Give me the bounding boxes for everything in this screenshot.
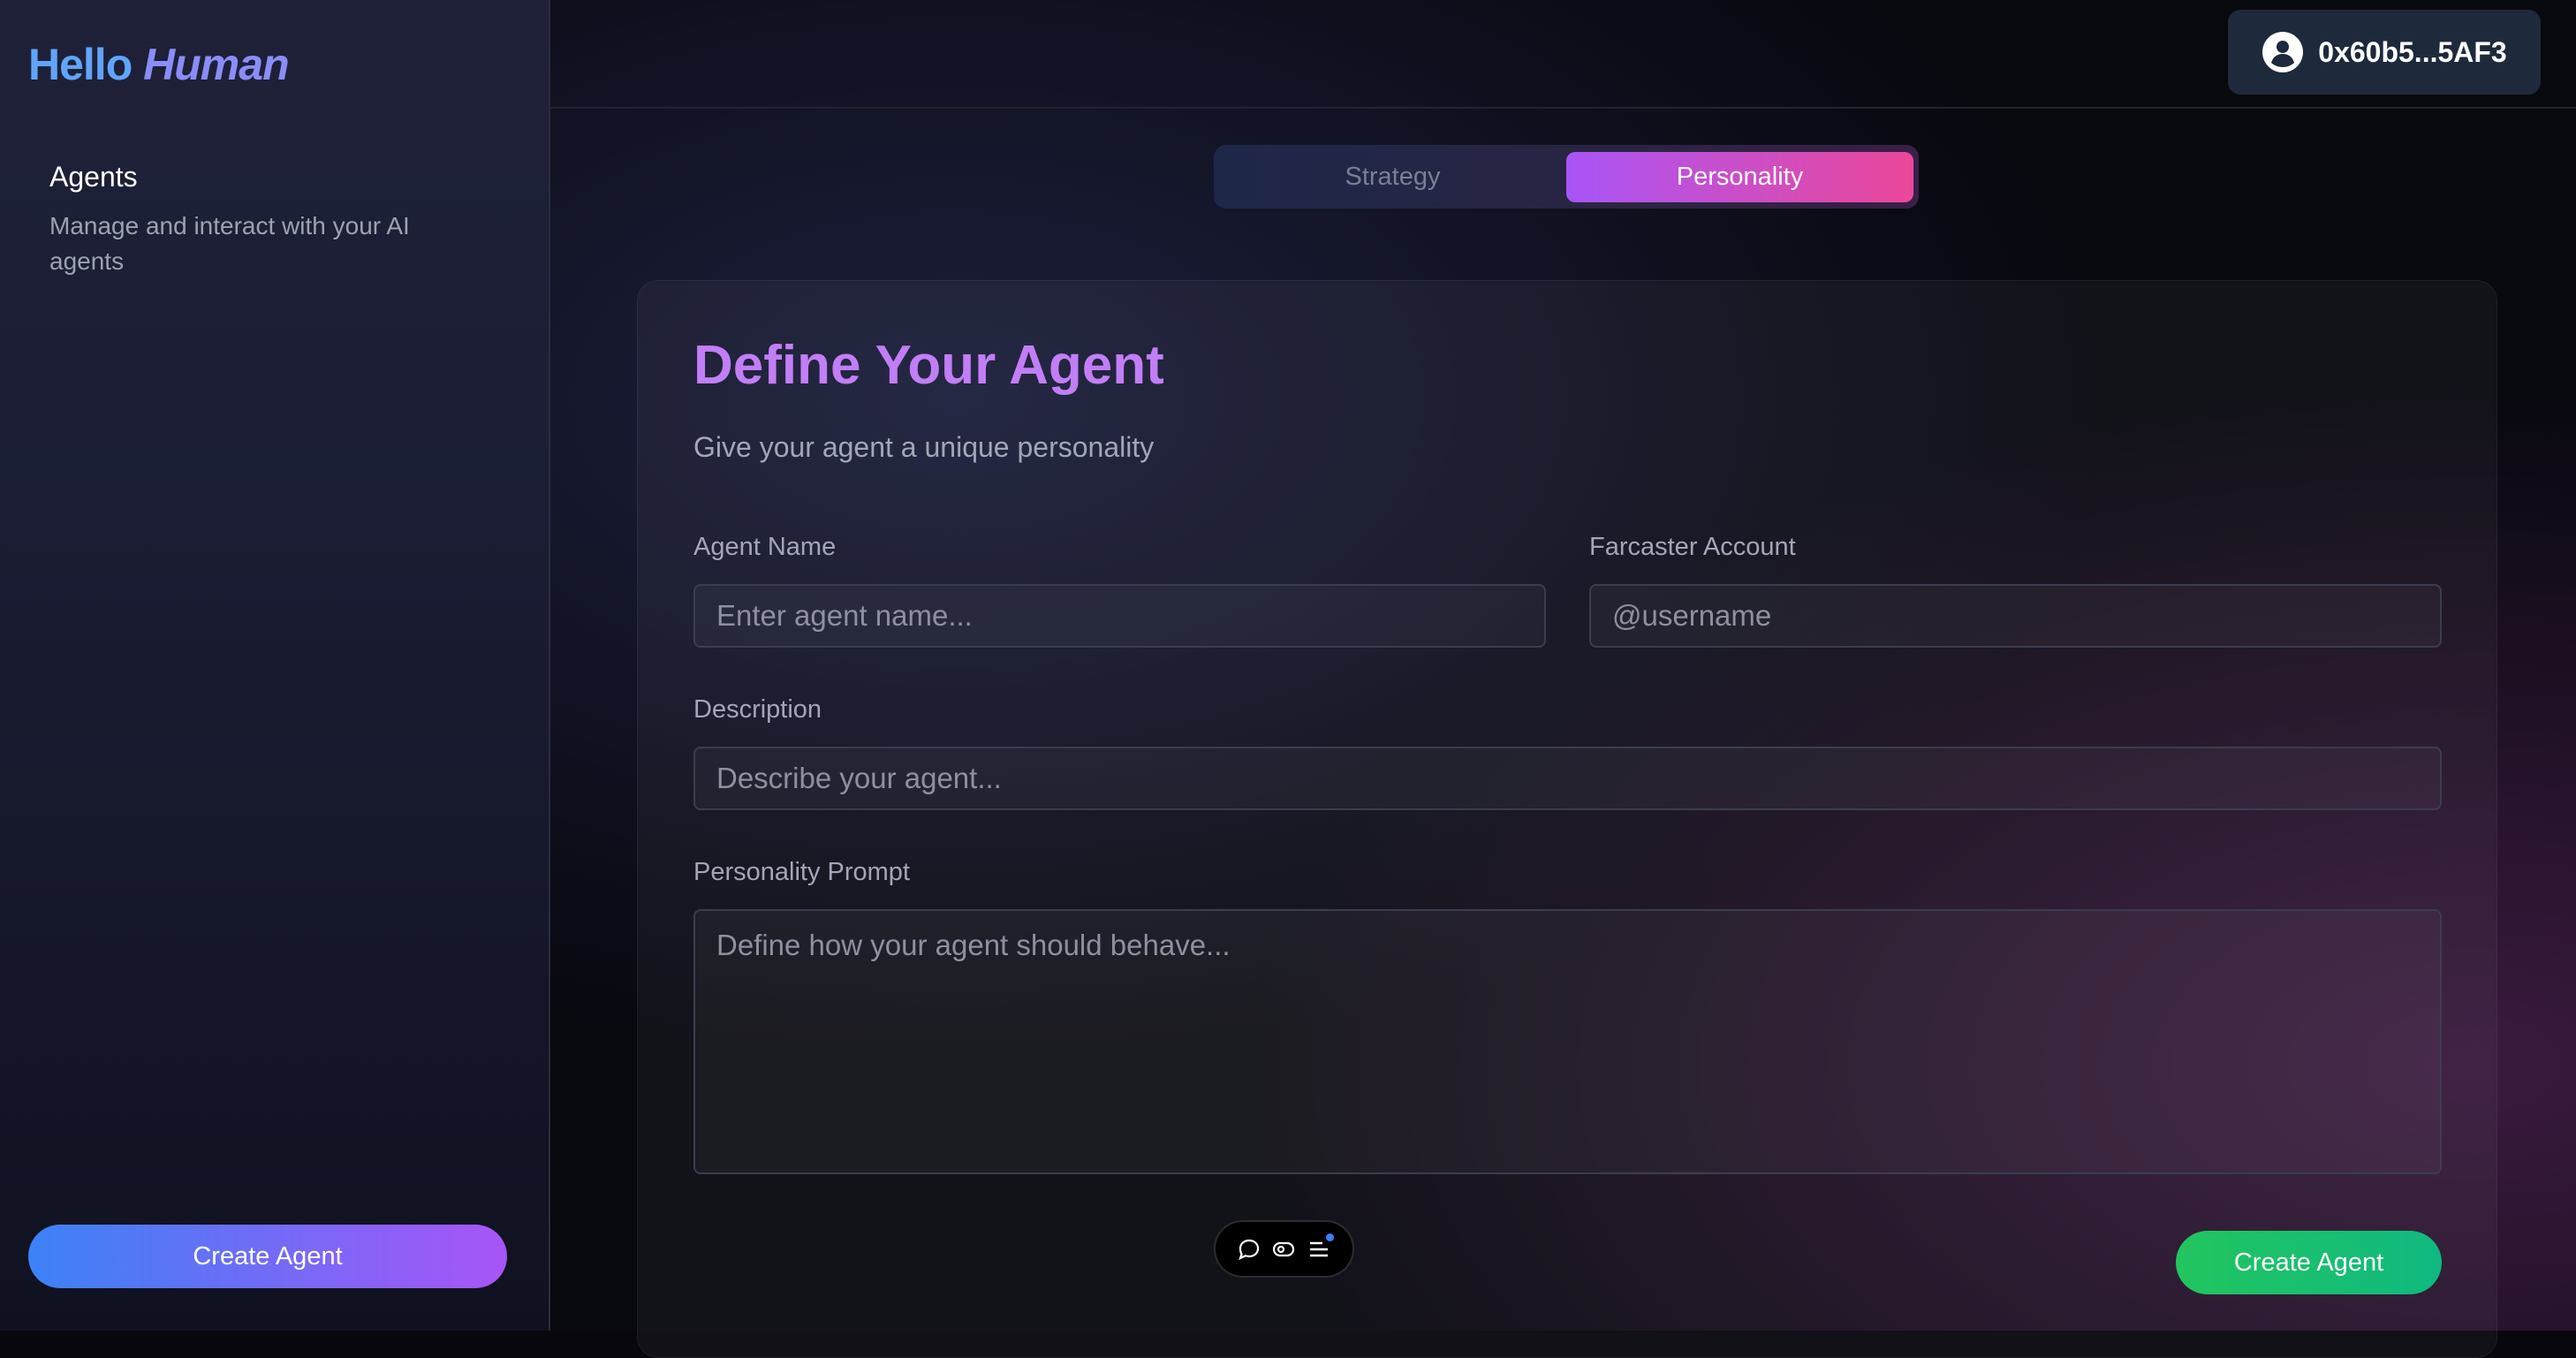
farcaster-input[interactable] (1589, 584, 2442, 648)
app-logo: Hello Human (28, 39, 290, 90)
description-label: Description (693, 695, 822, 724)
menu-icon[interactable] (1307, 1233, 1335, 1261)
logo-hello: Hello (28, 40, 133, 89)
wallet-button[interactable]: 0x60b5...5AF3 (2228, 10, 2541, 95)
agent-form-card: Define Your Agent Give your agent a uniq… (637, 280, 2497, 1358)
user-circle-icon (2262, 32, 2304, 72)
agent-name-label: Agent Name (693, 533, 837, 561)
sidebar-item-agents[interactable]: Agents (49, 161, 138, 193)
sidebar: Hello Human Agents Manage and interact w… (0, 0, 550, 1331)
agent-name-input[interactable] (693, 584, 1546, 648)
personality-prompt-label: Personality Prompt (693, 858, 910, 886)
create-agent-button[interactable]: Create Agent (2176, 1231, 2442, 1294)
notification-dot (1326, 1233, 1335, 1241)
tab-personality[interactable]: Personality (1566, 151, 1913, 202)
main-area: 0x60b5...5AF3 Strategy Personality Defin… (550, 0, 2576, 1358)
sidebar-item-description: Manage and interact with your AI agents (49, 212, 410, 275)
form-title: Define Your Agent (693, 335, 1164, 396)
personality-prompt-textarea[interactable] (693, 909, 2442, 1174)
floating-toolbar (1214, 1220, 1354, 1278)
header: 0x60b5...5AF3 (550, 0, 2576, 109)
tab-strategy[interactable]: Strategy (1219, 152, 1566, 202)
logo-human: Human (143, 40, 289, 89)
farcaster-label: Farcaster Account (1589, 533, 1796, 561)
sidebar-create-agent-button[interactable]: Create Agent (28, 1225, 507, 1288)
toggle-icon[interactable] (1272, 1238, 1295, 1261)
wallet-address: 0x60b5...5AF3 (2318, 35, 2507, 68)
form-subtitle: Give your agent a unique personality (693, 431, 1155, 463)
chat-bubble-icon[interactable] (1238, 1238, 1261, 1261)
tab-bar: Strategy Personality (1214, 145, 1919, 209)
description-input[interactable] (693, 747, 2442, 810)
